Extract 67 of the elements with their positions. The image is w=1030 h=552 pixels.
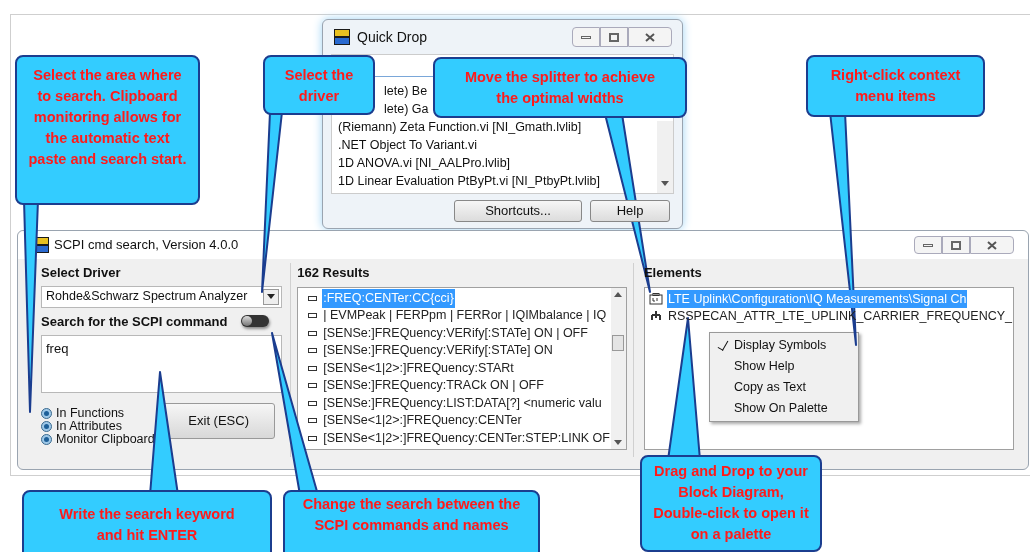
result-item[interactable]: [SENSe:]FREQuency:LIST:DATA[?] <numeric valu	[322, 393, 603, 413]
scroll-thumb[interactable]	[612, 335, 625, 351]
maximize-button[interactable]	[600, 27, 628, 47]
list-item[interactable]: .NET Object To Variant.vi	[338, 136, 477, 154]
toggle-switch[interactable]	[241, 315, 270, 328]
minimize-button[interactable]	[572, 27, 600, 47]
section-label: Search for the SCPI command	[41, 312, 228, 331]
callout: Write the search keyword and hit ENTER	[22, 490, 272, 552]
callout: Move the splitter to achieve the optimal widths	[433, 57, 687, 118]
dropdown-arrow-icon	[267, 294, 276, 299]
radio-button[interactable]	[41, 434, 52, 445]
command-icon	[308, 295, 318, 301]
option-label: In Attributes	[56, 420, 122, 433]
result-item[interactable]: [SENSe:]FREQuency:VERify[:STATe] ON	[322, 341, 554, 361]
list-item[interactable]: 1D ANOVA.vi [NI_AALPro.lvlib]	[338, 154, 511, 172]
result-item[interactable]: | EVMPeak | FERPpm | FERRor | IQIMbalance | IQ	[322, 306, 608, 326]
function-icon	[648, 293, 663, 305]
command-icon	[308, 313, 318, 319]
scroll-down-icon	[614, 439, 623, 445]
result-item[interactable]: [SENSe:]FREQuency:TRACk ON | OFF	[322, 376, 545, 396]
section-label: Select Driver	[41, 264, 121, 282]
search-field[interactable]: freq	[41, 335, 283, 393]
driver-dropdown[interactable]: Rohde&Schwarz Spectrum Analyzer	[41, 285, 283, 308]
attribute-icon	[648, 310, 663, 322]
results-heading: 162 Results	[297, 264, 371, 282]
command-icon	[308, 435, 318, 441]
menu-item[interactable]: Show On Palette	[709, 397, 858, 419]
option-label: Monitor Clipboard	[56, 433, 155, 446]
shortcuts-button[interactable]: Shortcuts...	[454, 200, 582, 222]
minimize-button[interactable]	[914, 236, 942, 254]
menu-item[interactable]: Show Help	[709, 355, 858, 377]
callout: Select the area where to search. Clipboard monitoring allows for the automatic text paste and search start.	[15, 55, 200, 205]
list-item[interactable]: 1D Linear Evaluation PtByPt.vi [NI_PtbyPt.lvlib]	[338, 172, 600, 190]
command-icon	[308, 418, 318, 424]
menu-item[interactable]: Display Symbols	[709, 334, 858, 356]
scrollbar[interactable]	[610, 287, 626, 449]
scroll-down-icon	[661, 181, 669, 187]
help-button[interactable]: Help	[590, 200, 670, 222]
command-icon	[308, 383, 318, 389]
close-button[interactable]	[628, 27, 672, 47]
radio-button[interactable]	[41, 408, 52, 419]
command-icon	[308, 348, 318, 354]
callout: Drag and Drop to your Block Diagram, Double-click to open it on a palette	[640, 455, 822, 552]
command-icon	[308, 400, 318, 406]
list-item[interactable]: (Riemann) Zeta Function.vi [NI_Gmath.lvlib]	[338, 118, 582, 136]
radio-button[interactable]	[41, 421, 52, 432]
maximize-button[interactable]	[942, 236, 970, 254]
list-item[interactable]: lete) Ga	[384, 100, 429, 118]
close-icon	[645, 32, 655, 42]
option-label: In Functions	[56, 407, 125, 420]
callout: Select the driver	[263, 55, 375, 115]
window-title: Quick Drop	[357, 27, 428, 47]
result-item[interactable]: [SENSe<1|2>:]FREQuency:STARt	[322, 358, 515, 378]
command-icon	[308, 330, 318, 336]
result-item[interactable]: [SENSe<1|2>:]FREQuency:CENTer:STEP:LINK OF	[322, 428, 611, 448]
window-title: SCPI cmd search, Version 4.0.0	[54, 236, 239, 255]
result-item[interactable]: [SENSe<1|2>:]FREQuency:CENTer	[322, 411, 523, 431]
menu-item[interactable]: Copy as Text	[709, 376, 858, 398]
callout: Right-click context menu items	[806, 55, 985, 117]
list-item[interactable]: lete) Be	[384, 82, 428, 100]
command-icon	[308, 365, 318, 371]
scrollbar[interactable]	[657, 121, 673, 193]
close-icon	[987, 240, 997, 250]
scroll-up-icon	[614, 291, 623, 297]
close-button[interactable]	[970, 236, 1014, 254]
result-item[interactable]: [SENSe:]FREQuency:VERify[:STATe] ON | OFF	[322, 323, 589, 343]
app-icon	[333, 28, 351, 46]
